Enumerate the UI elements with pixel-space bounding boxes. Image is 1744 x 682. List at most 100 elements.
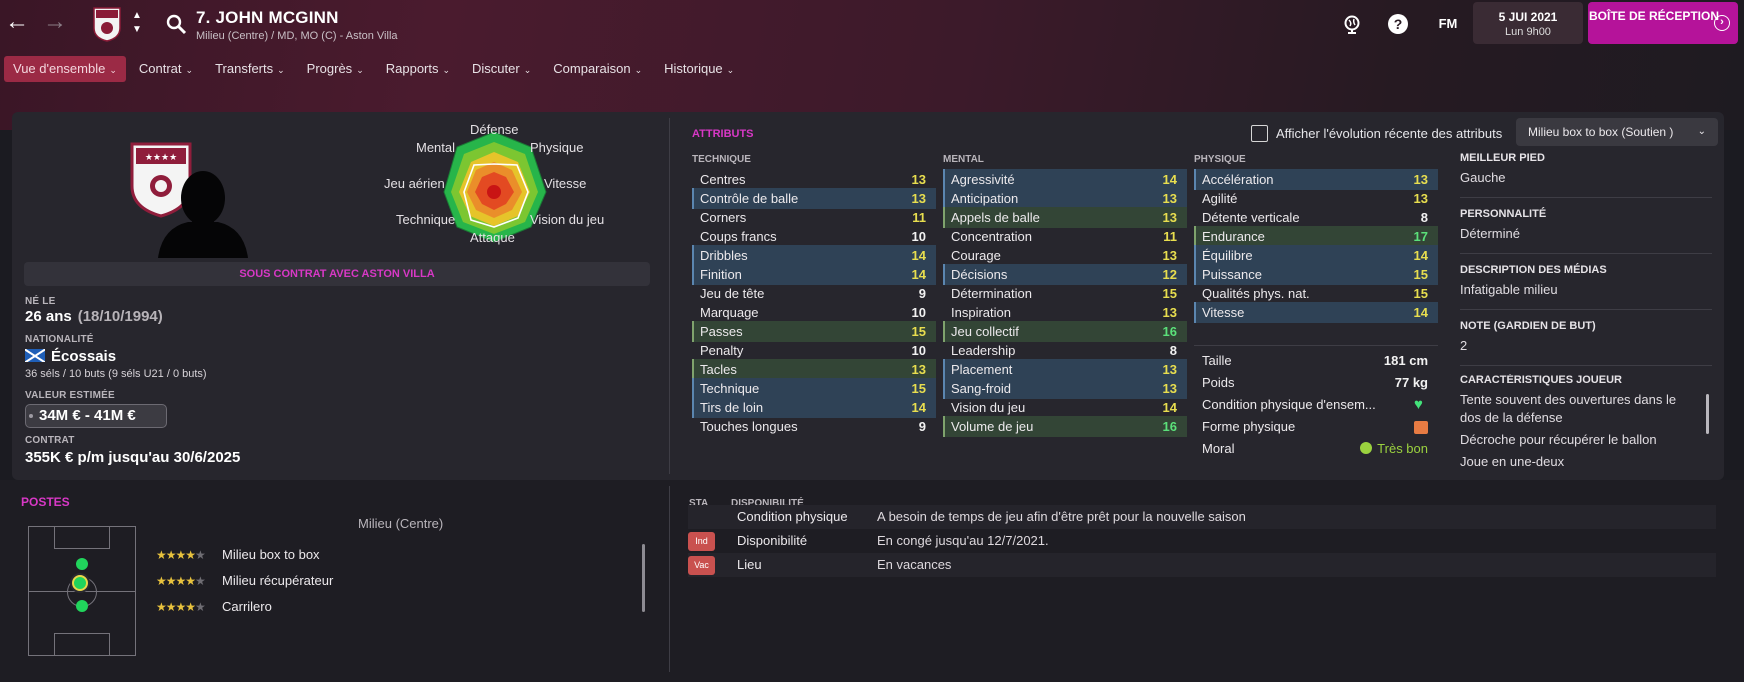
attribute-value: 16 bbox=[1162, 324, 1177, 339]
attribute-row[interactable]: Inspiration 13 bbox=[943, 302, 1187, 323]
attribute-row[interactable]: Dribbles 14 bbox=[692, 245, 936, 266]
form-row[interactable]: Forme physique bbox=[1194, 416, 1438, 438]
height-row: Taille 181 cm bbox=[1194, 350, 1438, 372]
tab-contrat[interactable]: Contrat ⌄ bbox=[130, 56, 202, 82]
attribute-row[interactable]: Placement 13 bbox=[943, 359, 1187, 380]
tab-discuter[interactable]: Discuter ⌄ bbox=[463, 56, 540, 82]
tab-rapports[interactable]: Rapports ⌄ bbox=[377, 56, 459, 82]
attribute-row[interactable]: Passes 15 bbox=[692, 321, 936, 342]
morale-row[interactable]: Moral Très bon bbox=[1194, 438, 1438, 460]
nationality-value[interactable]: Écossais bbox=[25, 348, 116, 365]
role-item[interactable]: ★★★★★ Carrilero bbox=[154, 594, 644, 620]
attribute-row[interactable]: Vitesse 14 bbox=[1194, 302, 1438, 323]
role-select[interactable]: Milieu box to box (Soutien ) ⌄ bbox=[1516, 118, 1718, 146]
attribute-value: 14 bbox=[1413, 305, 1428, 320]
tab-label: Rapports bbox=[385, 61, 439, 76]
attribute-value: 10 bbox=[911, 343, 926, 358]
tab-vue-d-ensemble[interactable]: Vue d'ensemble ⌄ bbox=[4, 56, 126, 82]
player-subtitle: Milieu (Centre) / MD, MO (C) - Aston Vil… bbox=[196, 30, 398, 42]
globe-icon[interactable] bbox=[1341, 13, 1363, 35]
attribute-row[interactable]: Vision du jeu 14 bbox=[943, 397, 1187, 418]
attribute-row[interactable]: Courage 13 bbox=[943, 245, 1187, 266]
morale-label: Moral bbox=[1202, 441, 1235, 456]
personality-value[interactable]: Déterminé bbox=[1460, 225, 1712, 243]
attribute-row[interactable]: Appels de balle 13 bbox=[943, 207, 1187, 228]
back-arrow-icon[interactable]: ← bbox=[4, 10, 30, 36]
attribute-name: Finition bbox=[700, 267, 742, 282]
technique-attributes: Centres 13 Contrôle de balle 13 Corners 11 Cou… bbox=[692, 169, 936, 435]
attribute-row[interactable]: Agressivité 14 bbox=[943, 169, 1187, 190]
contract-banner[interactable]: SOUS CONTRAT AVEC ASTON VILLA bbox=[24, 262, 650, 286]
attribute-row[interactable]: Accélération 13 bbox=[1194, 169, 1438, 190]
inbox-button[interactable]: BOÎTE DE RÉCEPTION › bbox=[1588, 2, 1738, 44]
traits-scrollbar[interactable] bbox=[1706, 394, 1709, 434]
help-icon[interactable]: ? bbox=[1387, 13, 1409, 35]
attribute-row[interactable]: Sang-froid 13 bbox=[943, 378, 1187, 399]
chevron-right-icon: › bbox=[1714, 15, 1730, 31]
fm-menu-button[interactable]: FM bbox=[1434, 13, 1462, 35]
attribute-row[interactable]: Technique 15 bbox=[692, 378, 936, 399]
positions-current: Milieu (Centre) bbox=[358, 516, 444, 531]
status-row[interactable]: Vac Lieu En vacances bbox=[688, 553, 1716, 577]
roles-scrollbar[interactable] bbox=[642, 544, 645, 612]
media-value[interactable]: Infatigable milieu bbox=[1460, 281, 1712, 299]
attribute-row[interactable]: Jeu de tête 9 bbox=[692, 283, 936, 304]
estimated-value[interactable]: 34M € - 41M € bbox=[25, 404, 167, 428]
tab-comparaison[interactable]: Comparaison ⌄ bbox=[544, 56, 651, 82]
tab-transferts[interactable]: Transferts ⌄ bbox=[206, 56, 294, 82]
attribute-name: Marquage bbox=[700, 305, 759, 320]
attribute-row[interactable]: Touches longues 9 bbox=[692, 416, 936, 437]
attribute-row[interactable]: Détente verticale 8 bbox=[1194, 207, 1438, 228]
attribute-row[interactable]: Décisions 12 bbox=[943, 264, 1187, 285]
attribute-row[interactable]: Finition 14 bbox=[692, 264, 936, 285]
attribute-row[interactable]: Corners 11 bbox=[692, 207, 936, 228]
player-switch-icon[interactable]: ▲ ▼ bbox=[130, 9, 144, 39]
attribute-name: Anticipation bbox=[951, 191, 1019, 206]
age-value: 26 ans (18/10/1994) bbox=[25, 308, 163, 325]
tab-label: Discuter bbox=[472, 61, 520, 76]
attribute-row[interactable]: Endurance 17 bbox=[1194, 226, 1438, 247]
attribute-row[interactable]: Tirs de loin 14 bbox=[692, 397, 936, 418]
morale-icon bbox=[1360, 442, 1373, 454]
attribute-row[interactable]: Anticipation 13 bbox=[943, 188, 1187, 209]
position-dot-mo[interactable] bbox=[76, 558, 88, 570]
attribute-row[interactable]: Centres 13 bbox=[692, 169, 936, 190]
condition-label: Condition physique d'ensem... bbox=[1202, 397, 1376, 412]
attribute-row[interactable]: Leadership 8 bbox=[943, 340, 1187, 361]
attribute-name: Coups francs bbox=[700, 229, 777, 244]
attribute-row[interactable]: Tacles 13 bbox=[692, 359, 936, 380]
show-evolution-label[interactable]: Afficher l'évolution récente des attribu… bbox=[1276, 126, 1502, 141]
date-text: 5 JUI 2021 bbox=[1498, 10, 1558, 24]
attribute-row[interactable]: Jeu collectif 16 bbox=[943, 321, 1187, 342]
attribute-row[interactable]: Concentration 11 bbox=[943, 226, 1187, 247]
position-dot-md[interactable] bbox=[76, 600, 88, 612]
attribute-row[interactable]: Marquage 10 bbox=[692, 302, 936, 323]
attribute-row[interactable]: Puissance 15 bbox=[1194, 264, 1438, 285]
status-key: Lieu bbox=[737, 557, 762, 572]
show-evolution-checkbox[interactable] bbox=[1251, 125, 1268, 142]
tab-historique[interactable]: Historique ⌄ bbox=[655, 56, 743, 82]
attribute-name: Vitesse bbox=[1202, 305, 1245, 320]
position-dot-mc[interactable] bbox=[72, 575, 88, 591]
role-item[interactable]: ★★★★★ Milieu box to box bbox=[154, 542, 644, 568]
attribute-value: 13 bbox=[911, 191, 926, 206]
attribute-row[interactable]: Équilibre 14 bbox=[1194, 245, 1438, 266]
attribute-row[interactable]: Contrôle de balle 13 bbox=[692, 188, 936, 209]
club-badge-icon[interactable] bbox=[92, 6, 122, 42]
condition-row[interactable]: Condition physique d'ensem... ♥ bbox=[1194, 394, 1438, 416]
attribute-row[interactable]: Coups francs 10 bbox=[692, 226, 936, 247]
attribute-value: 14 bbox=[1162, 400, 1177, 415]
attribute-row[interactable]: Volume de jeu 16 bbox=[943, 416, 1187, 437]
role-item[interactable]: ★★★★★ Milieu récupérateur bbox=[154, 568, 644, 594]
attribute-row[interactable]: Agilité 13 bbox=[1194, 188, 1438, 209]
tab-progr-s[interactable]: Progrès ⌄ bbox=[298, 56, 373, 82]
attribute-row[interactable]: Qualités phys. nat. 15 bbox=[1194, 283, 1438, 304]
game-date[interactable]: 5 JUI 2021 Lun 9h00 bbox=[1473, 2, 1583, 44]
attribute-row[interactable]: Penalty 10 bbox=[692, 340, 936, 361]
status-row[interactable]: Ind Disponibilité En congé jusqu'au 12/7/2… bbox=[688, 529, 1716, 553]
forward-arrow-icon[interactable]: → bbox=[42, 10, 68, 36]
search-icon[interactable] bbox=[165, 13, 187, 35]
attribute-value: 13 bbox=[1413, 191, 1428, 206]
status-row[interactable]: Condition physique A besoin de temps de j… bbox=[688, 505, 1716, 529]
attribute-row[interactable]: Détermination 15 bbox=[943, 283, 1187, 304]
